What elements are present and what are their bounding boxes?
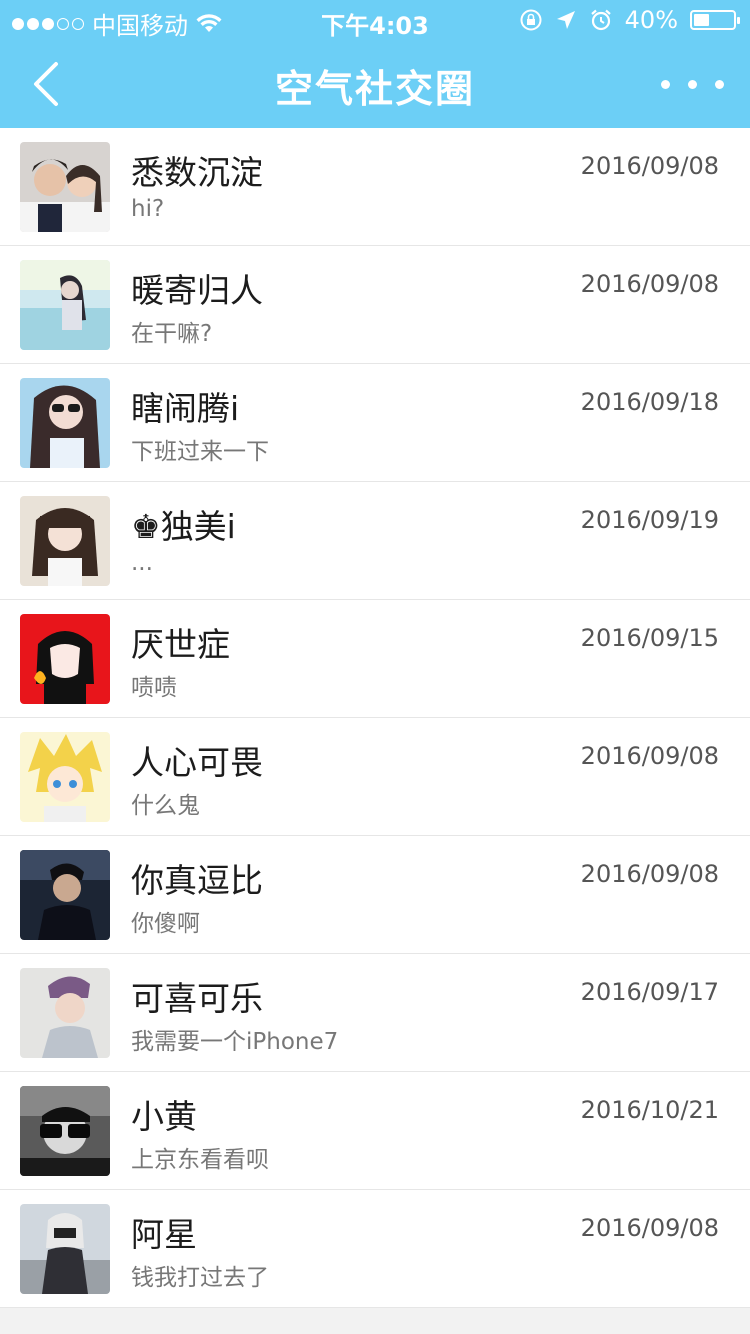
avatar <box>20 968 110 1058</box>
contact-name: 小黄 <box>131 1097 197 1136</box>
last-message: 我需要一个iPhone7 <box>131 1029 339 1055</box>
contact-name: 暖寄归人 <box>131 271 263 310</box>
top-bar: 中国移动 下午4:03 40% 空气社交圈 <box>0 0 750 128</box>
chat-row[interactable]: 阿星 钱我打过去了 2016/09/08 <box>0 1190 750 1308</box>
avatar <box>20 496 110 586</box>
status-right: 40% <box>519 6 740 34</box>
chat-row[interactable]: ♚独美i ... 2016/09/19 <box>0 482 750 600</box>
page-title: 空气社交圈 <box>274 67 475 111</box>
contact-name: ♚独美i <box>131 507 236 546</box>
last-message: 你傻啊 <box>131 911 200 937</box>
alarm-icon <box>590 9 611 31</box>
more-button[interactable] <box>661 70 724 98</box>
last-message: 下班过来一下 <box>131 439 269 465</box>
avatar <box>20 1086 110 1176</box>
message-date: 2016/09/08 <box>580 742 719 770</box>
message-date: 2016/10/21 <box>580 1096 719 1124</box>
battery-fill <box>694 14 710 26</box>
contact-name: 可喜可乐 <box>131 979 263 1018</box>
avatar-image <box>20 850 110 940</box>
avatar-image <box>20 142 110 232</box>
battery-percent: 40% <box>624 6 678 34</box>
message-date: 2016/09/17 <box>580 978 719 1006</box>
location-arrow-icon <box>556 11 575 29</box>
message-date: 2016/09/08 <box>580 1214 719 1242</box>
message-date: 2016/09/08 <box>580 860 719 888</box>
avatar <box>20 378 110 468</box>
message-date: 2016/09/18 <box>580 388 719 416</box>
avatar <box>20 260 110 350</box>
chat-row[interactable]: 你真逗比 你傻啊 2016/09/08 <box>0 836 750 954</box>
chat-row[interactable]: 厌世症 啧啧 2016/09/15 <box>0 600 750 718</box>
status-bar: 中国移动 下午4:03 40% <box>0 0 750 40</box>
contact-name: 悉数沉淀 <box>131 153 263 192</box>
avatar-image <box>20 1086 110 1176</box>
navigation-bar: 空气社交圈 <box>0 40 750 128</box>
chat-row[interactable]: 小黄 上京东看看呗 2016/10/21 <box>0 1072 750 1190</box>
chat-list: 悉数沉淀 hi? 2016/09/08 暖寄归人 在干嘛? 2016/09/08 <box>0 128 750 1308</box>
chat-row[interactable]: 暖寄归人 在干嘛? 2016/09/08 <box>0 246 750 364</box>
avatar-image <box>20 260 110 350</box>
message-date: 2016/09/08 <box>580 270 719 298</box>
avatar <box>20 732 110 822</box>
message-date: 2016/09/08 <box>580 152 719 180</box>
avatar-image <box>20 614 110 704</box>
avatar-image <box>20 732 110 822</box>
last-message: 钱我打过去了 <box>131 1265 269 1291</box>
contact-name: 你真逗比 <box>131 861 263 900</box>
more-dot-icon <box>688 79 697 89</box>
contact-name: 人心可畏 <box>131 743 263 782</box>
last-message: 啧啧 <box>131 675 177 701</box>
message-date: 2016/09/19 <box>580 506 719 534</box>
contact-name: 厌世症 <box>131 625 230 664</box>
chat-row[interactable]: 瞎闹腾i 下班过来一下 2016/09/18 <box>0 364 750 482</box>
avatar <box>20 850 110 940</box>
avatar <box>20 1204 110 1294</box>
contact-name: 阿星 <box>131 1215 197 1254</box>
message-date: 2016/09/15 <box>580 624 719 652</box>
avatar <box>20 614 110 704</box>
contact-name: 瞎闹腾i <box>131 389 240 428</box>
chat-row[interactable]: 人心可畏 什么鬼 2016/09/08 <box>0 718 750 836</box>
avatar-image <box>20 968 110 1058</box>
last-message: 上京东看看呗 <box>131 1147 269 1173</box>
avatar-image <box>20 1204 110 1294</box>
more-dot-icon <box>661 79 670 89</box>
last-message: 在干嘛? <box>131 321 213 347</box>
chat-row[interactable]: 悉数沉淀 hi? 2016/09/08 <box>0 128 750 246</box>
avatar-image <box>20 496 110 586</box>
last-message: hi? <box>131 196 165 222</box>
avatar <box>20 142 110 232</box>
rotation-lock-icon <box>520 9 542 31</box>
last-message: ... <box>131 550 153 576</box>
avatar-image <box>20 378 110 468</box>
battery-icon <box>690 10 740 30</box>
more-dot-icon <box>715 79 724 89</box>
chat-row[interactable]: 可喜可乐 我需要一个iPhone7 2016/09/17 <box>0 954 750 1072</box>
last-message: 什么鬼 <box>131 793 200 819</box>
